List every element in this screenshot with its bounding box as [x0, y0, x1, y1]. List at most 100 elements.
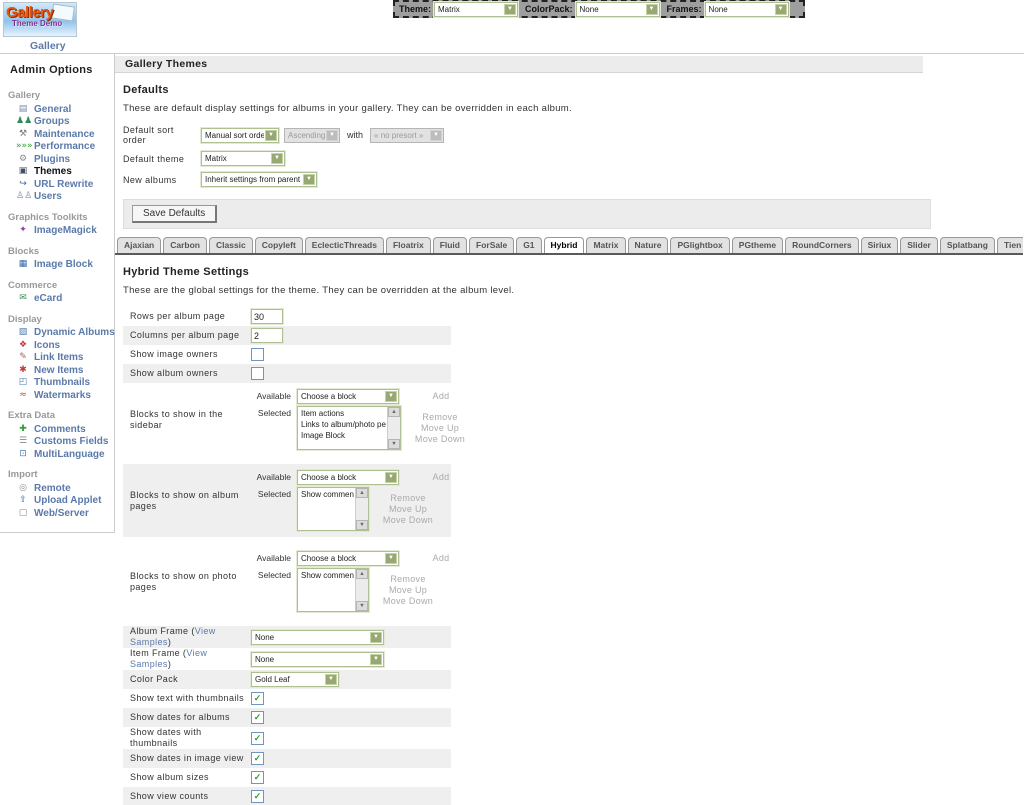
scroll-up-icon[interactable]: ▲ [356, 488, 368, 498]
tab-matrix[interactable]: Matrix [586, 237, 625, 253]
sidebar-item-new-items[interactable]: ✱ New Items [0, 365, 114, 378]
sidebar-item-icons[interactable]: ❖ Icons [0, 340, 114, 353]
list-item[interactable]: Item actions [301, 408, 386, 419]
sidebar-item-themes[interactable]: ▣ Themes [0, 166, 114, 179]
show-dates-thumbnails-checkbox[interactable]: ✓ [251, 732, 264, 745]
list-item[interactable]: Show comments [301, 489, 354, 500]
chevron-down-icon: ▼ [303, 174, 315, 185]
album-frame-select[interactable]: None ▼ [251, 630, 384, 645]
tab-hybrid[interactable]: Hybrid [544, 237, 585, 255]
show-view-counts-checkbox[interactable]: ✓ [251, 790, 264, 803]
tab-forsale[interactable]: ForSale [469, 237, 514, 253]
show-text-thumbnails-checkbox[interactable]: ✓ [251, 692, 264, 705]
tab-tien[interactable]: Tien [997, 237, 1023, 253]
defaults-heading: Defaults [123, 84, 1024, 96]
tab-roundcorners[interactable]: RoundCorners [785, 237, 859, 253]
sidebar-item-imagemagick[interactable]: ✦ ImageMagick [0, 225, 114, 238]
choose-block-select[interactable]: Choose a block ▼ [297, 470, 399, 485]
show-dates-thumbnails-row: Show dates with thumbnails ✓ [123, 727, 451, 749]
show-dates-image-view-checkbox[interactable]: ✓ [251, 752, 264, 765]
rows-per-page-input[interactable] [251, 309, 283, 324]
defaults-section: Defaults These are default display setti… [115, 73, 1024, 229]
default-theme-select[interactable]: Matrix ▼ [201, 151, 285, 166]
item-frame-select[interactable]: None ▼ [251, 652, 384, 667]
scroll-up-icon[interactable]: ▲ [356, 569, 368, 579]
tab-floatrix[interactable]: Floatrix [386, 237, 431, 253]
sidebar-section-extra-data: Extra Data [0, 402, 114, 424]
chevron-down-icon: ▼ [325, 674, 337, 685]
save-defaults-button[interactable]: Save Defaults [132, 205, 217, 223]
tab-classic[interactable]: Classic [209, 237, 253, 253]
show-album-owners-checkbox[interactable] [251, 367, 264, 380]
scroll-down-icon[interactable]: ▼ [388, 439, 400, 449]
sidebar-item-link-items[interactable]: ✎ Link Items [0, 352, 114, 365]
theme-select: Theme: Matrix ▼ [399, 2, 518, 17]
color-pack-select[interactable]: Gold Leaf ▼ [251, 672, 339, 687]
sidebar-item-web-server[interactable]: ▢ Web/Server [0, 508, 114, 521]
sidebar-item-watermarks[interactable]: ≈ Watermarks [0, 390, 114, 403]
sidebar-item-upload-applet[interactable]: ⇧ Upload Applet [0, 495, 114, 508]
selected-blocks-listbox[interactable]: Show comments ▲▼ [297, 487, 369, 531]
tab-pglightbox[interactable]: PGlightbox [670, 237, 729, 253]
sidebar-item-maintenance[interactable]: ⚒ Maintenance [0, 129, 114, 142]
tab-splatbang[interactable]: Splatbang [940, 237, 995, 253]
presort-select: « no presort » ▼ [370, 128, 444, 143]
show-album-sizes-checkbox[interactable]: ✓ [251, 771, 264, 784]
sidebar-item-comments[interactable]: ✚ Comments [0, 424, 114, 437]
upload-applet-icon: ⇧ [16, 495, 30, 506]
scroll-down-icon[interactable]: ▼ [356, 520, 368, 530]
sidebar-item-groups[interactable]: ♟♟ Groups [0, 116, 114, 129]
sidebar-item-users[interactable]: ♙♙ Users [0, 191, 114, 204]
list-item[interactable]: Links to album/photo peers [301, 419, 386, 430]
tab-copyleft[interactable]: Copyleft [255, 237, 303, 253]
sidebar-item-thumbnails[interactable]: ◰ Thumbnails [0, 377, 114, 390]
scroll-up-icon[interactable]: ▲ [388, 407, 400, 417]
listbox-scrollbar[interactable]: ▲▼ [387, 407, 400, 449]
tab-g1[interactable]: G1 [516, 237, 541, 253]
breadcrumb[interactable]: Gallery [30, 40, 66, 52]
tab-ajaxian[interactable]: Ajaxian [117, 237, 161, 253]
show-image-owners-checkbox[interactable] [251, 348, 264, 361]
gallery-logo[interactable]: Gallery Theme Demo [3, 2, 77, 37]
sidebar-item-ecard[interactable]: ✉ eCard [0, 293, 114, 306]
chevron-down-icon: ▼ [265, 130, 277, 141]
cols-per-page-row: Columns per album page [123, 326, 451, 345]
image-block-icon: ▦ [16, 259, 30, 270]
tab-slider[interactable]: Slider [900, 237, 938, 253]
sidebar-item-url-rewrite[interactable]: ↪ URL Rewrite [0, 179, 114, 192]
sidebar-item-remote[interactable]: ◎ Remote [0, 483, 114, 496]
choose-block-select[interactable]: Choose a block ▼ [297, 389, 399, 404]
custom-fields-icon: ☰ [16, 436, 30, 447]
sidebar-item-general[interactable]: ▤ General [0, 104, 114, 117]
tab-eclecticthreads[interactable]: EclecticThreads [305, 237, 384, 253]
setting-label: Show album owners [130, 368, 251, 379]
choose-block-select[interactable]: Choose a block ▼ [297, 551, 399, 566]
scroll-down-icon[interactable]: ▼ [356, 601, 368, 611]
sidebar-item-multilanguage[interactable]: ⊡ MultiLanguage [0, 449, 114, 462]
new-albums-select[interactable]: Inherit settings from parent album ▼ [201, 172, 317, 187]
list-item[interactable]: Show comments [301, 570, 354, 581]
sidebar-item-image-block[interactable]: ▦ Image Block [0, 259, 114, 272]
listbox-scrollbar[interactable]: ▲▼ [355, 488, 368, 530]
listbox-scrollbar[interactable]: ▲▼ [355, 569, 368, 611]
tab-nature[interactable]: Nature [628, 237, 669, 253]
gallery-admin-page: Gallery Theme Demo Theme: Matrix ▼ Color… [0, 0, 1024, 805]
show-dates-albums-checkbox[interactable]: ✓ [251, 711, 264, 724]
tab-siriux[interactable]: Siriux [861, 237, 899, 253]
colorpack-select: ColorPack: None ▼ [525, 2, 660, 17]
add-block-link: Add [413, 553, 469, 564]
tab-carbon[interactable]: Carbon [163, 237, 207, 253]
sidebar-item-customs-fields[interactable]: ☰ Customs Fields [0, 436, 114, 449]
settings-table: Rows per album page Columns per album pa… [123, 307, 451, 805]
selected-blocks-listbox[interactable]: Item actionsLinks to album/photo peersIm… [297, 406, 401, 450]
selected-blocks-listbox[interactable]: Show comments ▲▼ [297, 568, 369, 612]
tab-fluid[interactable]: Fluid [433, 237, 467, 253]
sidebar-item-performance[interactable]: »»» Performance [0, 141, 114, 154]
theme-quick-switch-bar: Theme: Matrix ▼ ColorPack: None ▼ Frames… [393, 0, 805, 18]
tab-pgtheme[interactable]: PGtheme [732, 237, 783, 253]
sort-order-select[interactable]: Manual sort order ▼ [201, 128, 279, 143]
sidebar-item-dynamic-albums[interactable]: ▨ Dynamic Albums [0, 327, 114, 340]
cols-per-page-input[interactable] [251, 328, 283, 343]
list-item[interactable]: Image Block [301, 430, 386, 441]
sidebar-item-plugins[interactable]: ⚙ Plugins [0, 154, 114, 167]
